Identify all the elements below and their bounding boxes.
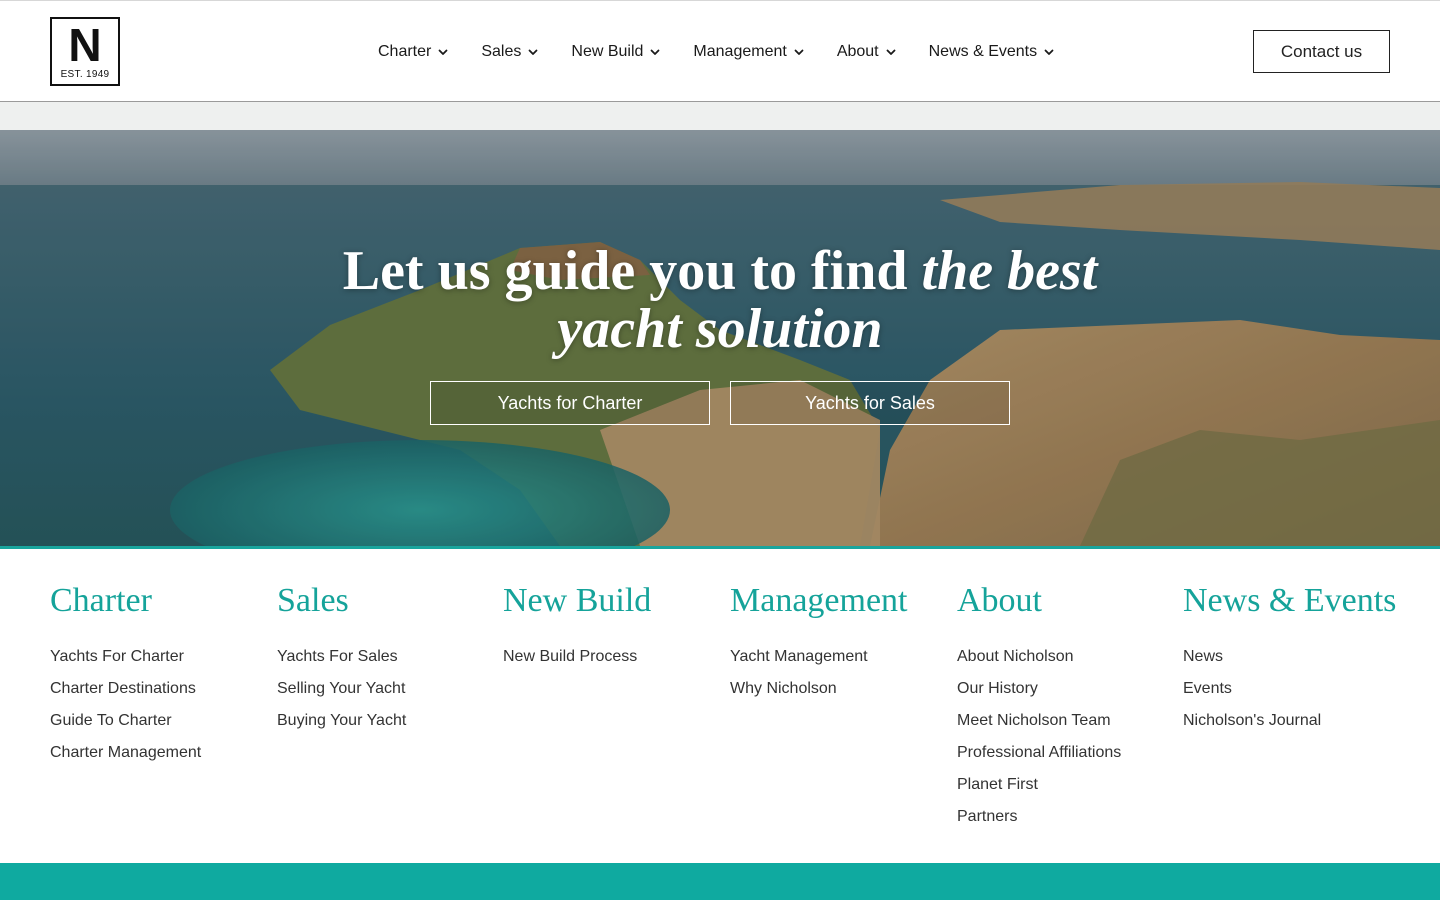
logo-letter: N xyxy=(68,19,102,71)
nav-label: New Build xyxy=(571,43,644,60)
sitemap-menu: Charter Yachts For Charter Charter Desti… xyxy=(0,549,1440,863)
footer-accent-bar xyxy=(0,863,1440,900)
hero-banner: Let us guide you to find the best yacht … xyxy=(0,130,1440,546)
nav-item-management[interactable]: Management xyxy=(693,43,804,61)
menu-link[interactable]: Yachts For Sales xyxy=(277,641,497,673)
nav-label: News & Events xyxy=(928,43,1038,60)
header-spacer-band xyxy=(0,102,1440,130)
hero-title-italic-1: the best xyxy=(921,240,1098,302)
menu-link[interactable]: Yachts For Charter xyxy=(50,641,270,673)
menu-link[interactable]: Events xyxy=(1183,673,1403,705)
menu-link[interactable]: Planet First xyxy=(957,769,1177,801)
nav-item-about[interactable]: About xyxy=(837,43,897,61)
contact-us-button[interactable]: Contact us xyxy=(1253,30,1390,73)
chevron-down-icon xyxy=(527,46,539,58)
nav-item-sales[interactable]: Sales xyxy=(481,43,539,61)
menu-link[interactable]: Meet Nicholson Team xyxy=(957,705,1177,737)
column-heading[interactable]: New Build xyxy=(503,581,723,621)
column-heading[interactable]: Charter xyxy=(50,581,270,621)
nav-item-charter[interactable]: Charter xyxy=(378,43,449,61)
hero-title: Let us guide you to find the best yacht … xyxy=(0,242,1440,358)
chevron-down-icon xyxy=(1043,46,1055,58)
menu-link[interactable]: Professional Affiliations xyxy=(957,737,1177,769)
menu-link[interactable]: Why Nicholson xyxy=(730,673,950,705)
nav-label: Sales xyxy=(481,43,522,60)
menu-link[interactable]: Our History xyxy=(957,673,1177,705)
menu-column-about: About About Nicholson Our History Meet N… xyxy=(957,581,1177,833)
menu-column-sales: Sales Yachts For Sales Selling Your Yach… xyxy=(277,581,497,737)
menu-link[interactable]: Yacht Management xyxy=(730,641,950,673)
yachts-for-sales-button[interactable]: Yachts for Sales xyxy=(730,381,1010,425)
column-heading[interactable]: Sales xyxy=(277,581,497,621)
menu-link[interactable]: Selling Your Yacht xyxy=(277,673,497,705)
site-header: N EST. 1949 Charter Sales New Build Mana… xyxy=(0,0,1440,102)
menu-link[interactable]: Charter Management xyxy=(50,737,270,769)
logo-established: EST. 1949 xyxy=(60,69,110,80)
menu-link[interactable]: Charter Destinations xyxy=(50,673,270,705)
hero-title-plain: Let us guide you to find xyxy=(342,240,922,302)
chevron-down-icon xyxy=(885,46,897,58)
menu-link[interactable]: News xyxy=(1183,641,1403,673)
column-heading[interactable]: Management xyxy=(730,581,950,621)
menu-link[interactable]: Guide To Charter xyxy=(50,705,270,737)
nav-item-news-events[interactable]: News & Events xyxy=(929,43,1055,61)
menu-link[interactable]: Partners xyxy=(957,801,1177,833)
menu-link[interactable]: About Nicholson xyxy=(957,641,1177,673)
menu-column-management: Management Yacht Management Why Nicholso… xyxy=(730,581,950,705)
nav-label: Management xyxy=(693,43,787,60)
yachts-for-charter-button[interactable]: Yachts for Charter xyxy=(430,381,710,425)
main-nav: Charter Sales New Build Management About… xyxy=(362,39,1071,65)
nav-item-new-build[interactable]: New Build xyxy=(571,43,661,61)
menu-column-news-events: News & Events News Events Nicholson's Jo… xyxy=(1183,581,1403,737)
menu-column-new-build: New Build New Build Process xyxy=(503,581,723,673)
chevron-down-icon xyxy=(649,46,661,58)
nav-label: Charter xyxy=(378,43,432,60)
logo[interactable]: N EST. 1949 xyxy=(50,17,120,86)
hero-title-italic-2: yacht solution xyxy=(557,298,883,360)
menu-column-charter: Charter Yachts For Charter Charter Desti… xyxy=(50,581,270,769)
menu-link[interactable]: Buying Your Yacht xyxy=(277,705,497,737)
chevron-down-icon xyxy=(793,46,805,58)
column-heading[interactable]: News & Events xyxy=(1183,581,1403,621)
menu-link[interactable]: Nicholson's Journal xyxy=(1183,705,1403,737)
nav-label: About xyxy=(836,43,879,60)
menu-link[interactable]: New Build Process xyxy=(503,641,723,673)
column-heading[interactable]: About xyxy=(957,581,1177,621)
chevron-down-icon xyxy=(437,46,449,58)
